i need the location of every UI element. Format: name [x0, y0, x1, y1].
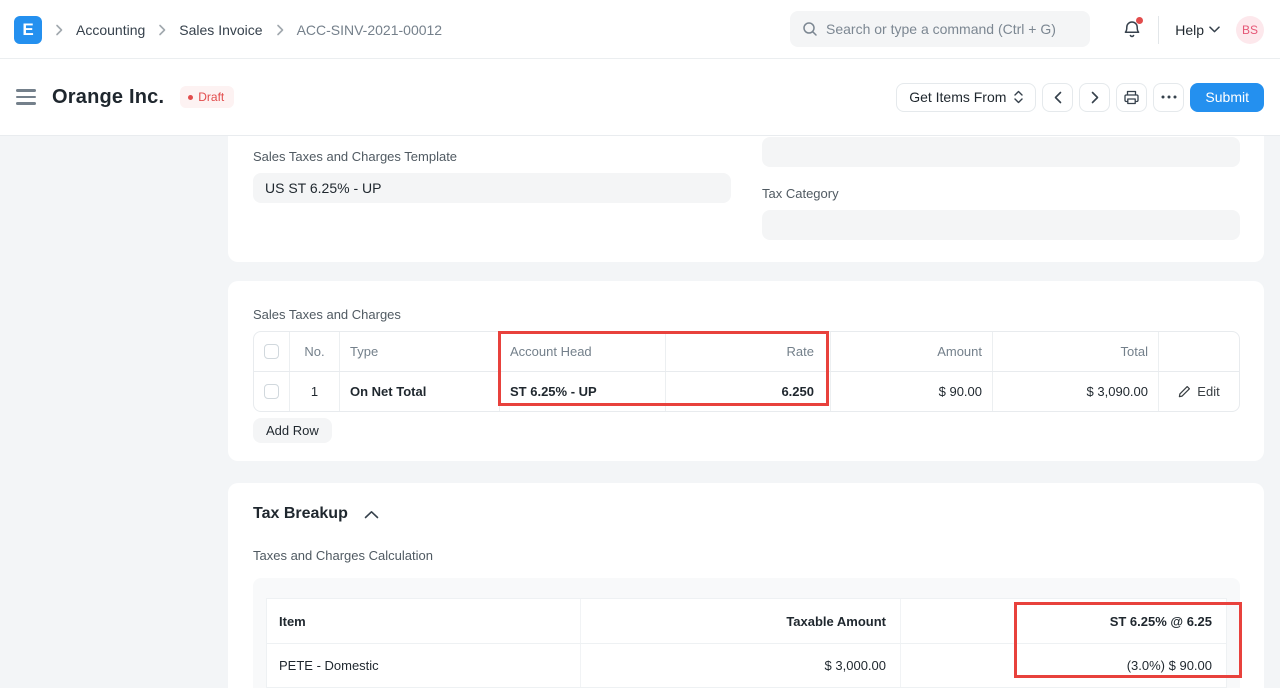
col-header-no: No. — [290, 332, 340, 371]
table-row: 1 On Net Total ST 6.25% - UP 6.250 $ 90.… — [254, 371, 1239, 411]
cell-taxable-amount: $ 3,000.00 — [581, 644, 901, 687]
avatar-initials: BS — [1242, 23, 1258, 37]
col-header-type: Type — [340, 332, 500, 371]
navbar: E Accounting Sales Invoice ACC-SINV-2021… — [0, 0, 1280, 59]
chevron-right-icon — [55, 24, 63, 36]
chevron-right-icon — [158, 24, 166, 36]
tax-breakup-title: Tax Breakup — [253, 505, 348, 523]
col-header-total: Total — [993, 332, 1159, 371]
get-items-from-label: Get Items From — [909, 89, 1006, 105]
col-header-item: Item — [267, 599, 581, 643]
status-badge: Draft — [180, 86, 234, 108]
cell-row-number: 1 — [290, 372, 340, 411]
col-header-taxable-amount: Taxable Amount — [581, 599, 901, 643]
add-row-button[interactable]: Add Row — [253, 418, 332, 443]
cell-type[interactable]: On Net Total — [340, 372, 500, 411]
tax-breakup-container: Item Taxable Amount ST 6.25% @ 6.25 PETE… — [253, 578, 1240, 688]
pencil-icon — [1178, 385, 1191, 398]
menu-button[interactable] — [1153, 83, 1184, 112]
edit-label: Edit — [1197, 384, 1219, 399]
next-document-button[interactable] — [1079, 83, 1110, 112]
previous-document-button[interactable] — [1042, 83, 1073, 112]
col-header-tax: ST 6.25% @ 6.25 — [901, 599, 1226, 643]
grid-section-label: Sales Taxes and Charges — [253, 307, 401, 322]
row-checkbox[interactable] — [264, 384, 279, 399]
taxes-grid-table: No. Type Account Head Rate Amount Total … — [253, 331, 1240, 412]
table-row: PETE - Domestic $ 3,000.00 (3.0%) $ 90.0… — [267, 643, 1226, 687]
notifications-bell-icon[interactable] — [1122, 19, 1142, 40]
tax-category-input[interactable] — [762, 210, 1240, 240]
breadcrumb-document-id: ACC-SINV-2021-00012 — [297, 22, 443, 38]
print-button[interactable] — [1116, 83, 1147, 112]
tax-template-section: Sales Taxes and Charges Template Tax Cat… — [228, 136, 1264, 262]
tax-breakup-section: Tax Breakup Taxes and Charges Calculatio… — [228, 483, 1264, 688]
tax-template-input[interactable] — [253, 173, 731, 203]
status-label: Draft — [198, 90, 224, 104]
select-all-checkbox[interactable] — [264, 344, 279, 359]
chevron-down-icon — [1209, 26, 1220, 33]
sales-taxes-section: Sales Taxes and Charges No. Type Account… — [228, 281, 1264, 461]
cell-tax-value: (3.0%) $ 90.00 — [901, 644, 1226, 687]
row-edit-button[interactable]: Edit — [1178, 384, 1219, 399]
col-header-rate: Rate — [666, 332, 831, 371]
page-header-actions: Get Items From Submit — [896, 59, 1264, 135]
help-label: Help — [1175, 22, 1204, 38]
tax-breakup-table: Item Taxable Amount ST 6.25% @ 6.25 PETE… — [266, 598, 1227, 688]
sidebar-toggle-icon[interactable] — [16, 87, 36, 107]
tax-category-label: Tax Category — [762, 186, 839, 201]
navbar-divider — [1158, 16, 1159, 44]
printer-icon — [1123, 89, 1140, 106]
breakup-header-row: Item Taxable Amount ST 6.25% @ 6.25 — [267, 599, 1226, 643]
cell-rate[interactable]: 6.250 — [666, 372, 831, 411]
template-field-label: Sales Taxes and Charges Template — [253, 149, 457, 164]
chevron-left-icon — [1054, 91, 1062, 104]
help-menu[interactable]: Help — [1175, 22, 1220, 38]
logo-letter: E — [22, 20, 33, 40]
app-window: E Accounting Sales Invoice ACC-SINV-2021… — [0, 0, 1280, 688]
chevron-right-icon — [276, 24, 284, 36]
breadcrumb-accounting[interactable]: Accounting — [76, 22, 145, 38]
search-icon — [802, 21, 818, 37]
breadcrumb: E Accounting Sales Invoice ACC-SINV-2021… — [14, 0, 442, 59]
breadcrumb-sales-invoice[interactable]: Sales Invoice — [179, 22, 262, 38]
col-header-amount: Amount — [831, 332, 993, 371]
grid-header-row: No. Type Account Head Rate Amount Total — [254, 332, 1239, 371]
shipping-rule-input[interactable] — [762, 137, 1240, 167]
cell-account-head[interactable]: ST 6.25% - UP — [500, 372, 666, 411]
cell-item: PETE - Domestic — [267, 644, 581, 687]
user-avatar[interactable]: BS — [1236, 16, 1264, 44]
page-header: Orange Inc. Draft Get Items From Submit — [0, 59, 1280, 136]
col-header-account-head: Account Head — [500, 332, 666, 371]
ellipsis-icon — [1161, 95, 1177, 99]
global-search[interactable] — [790, 11, 1090, 47]
tax-breakup-subtitle: Taxes and Charges Calculation — [253, 548, 433, 563]
chevron-right-icon — [1091, 91, 1099, 104]
status-dot-icon — [188, 95, 193, 100]
tax-breakup-header[interactable]: Tax Breakup — [253, 505, 379, 523]
submit-button[interactable]: Submit — [1190, 83, 1264, 112]
chevron-up-icon — [364, 510, 379, 519]
page-title: Orange Inc. — [52, 86, 164, 109]
cell-total[interactable]: $ 3,090.00 — [993, 372, 1159, 411]
get-items-from-button[interactable]: Get Items From — [896, 83, 1036, 112]
navbar-actions: Help BS — [1122, 0, 1264, 59]
selector-icon — [1014, 90, 1023, 104]
page-header-left: Orange Inc. Draft — [16, 59, 234, 135]
app-logo[interactable]: E — [14, 16, 42, 44]
search-input[interactable] — [826, 21, 1078, 37]
cell-amount[interactable]: $ 90.00 — [831, 372, 993, 411]
